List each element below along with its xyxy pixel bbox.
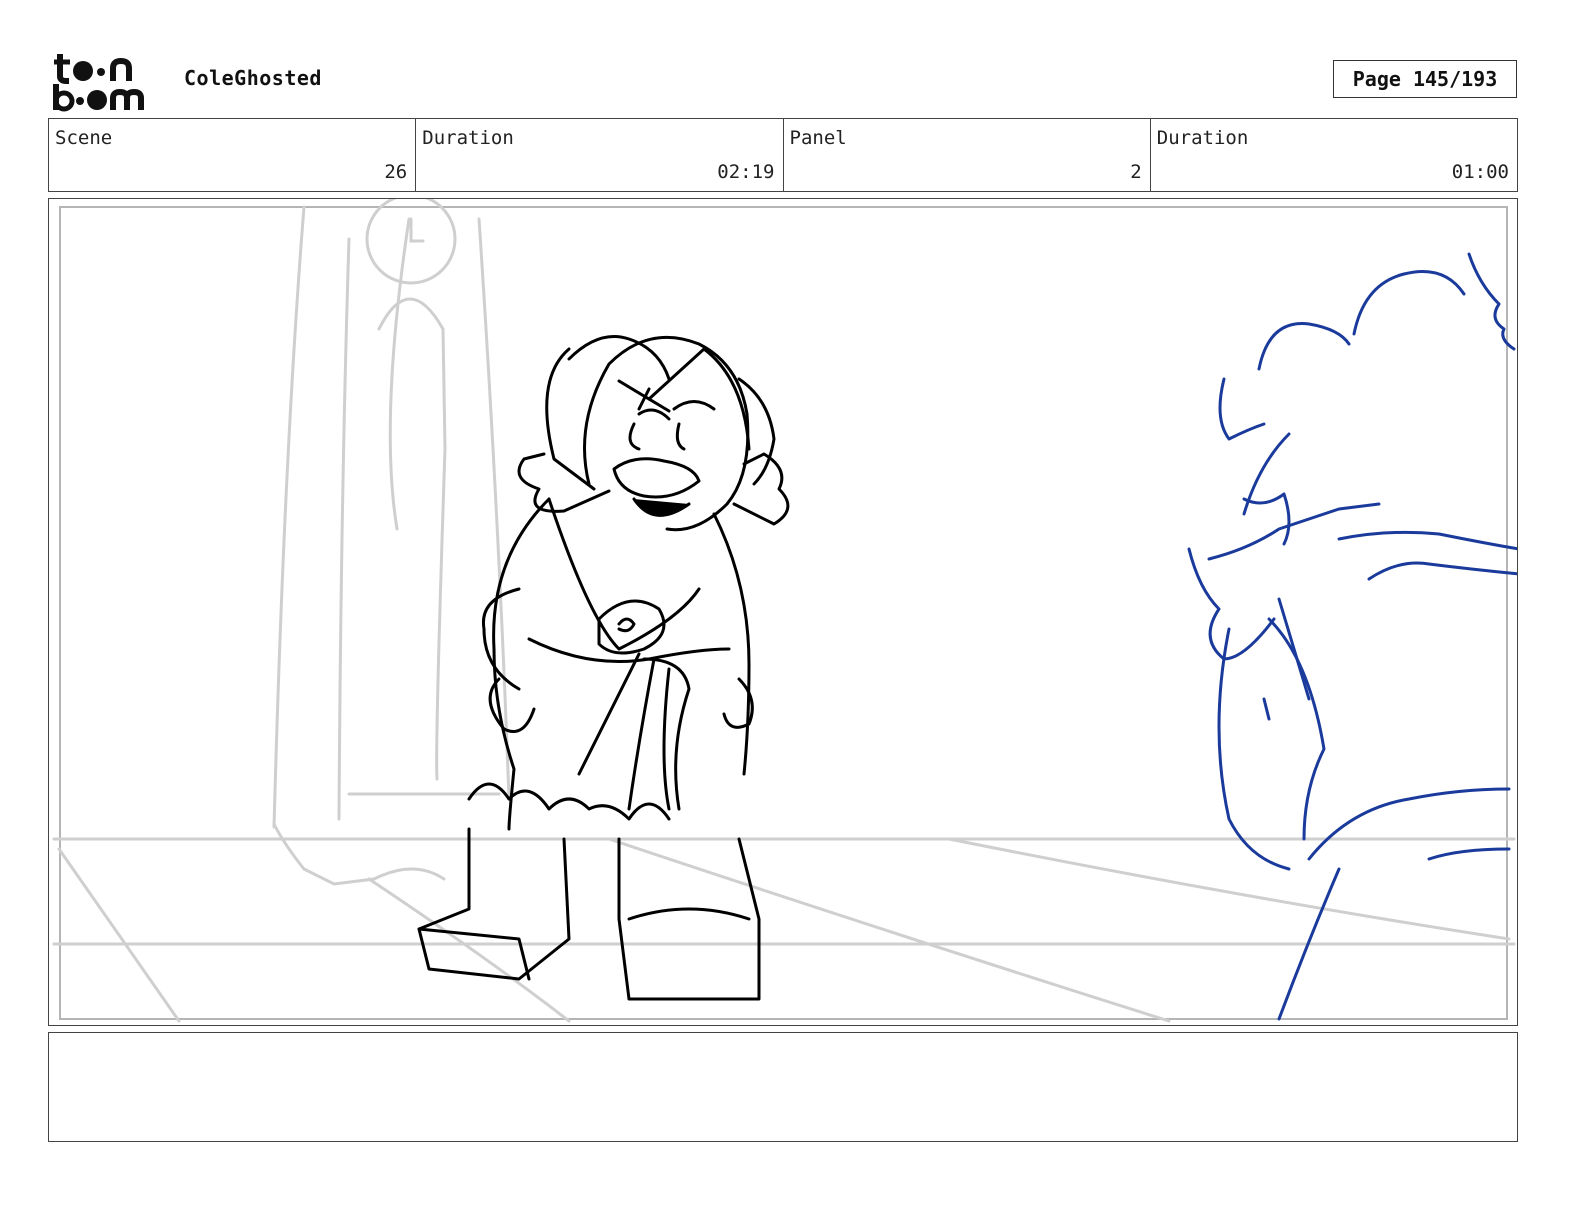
character-sketch (417, 335, 790, 1001)
project-title: ColeGhosted (184, 66, 322, 90)
storyboard-sketch (52, 199, 1517, 1023)
foreground-character-sketch (1187, 252, 1517, 1021)
panel-label: Panel (789, 127, 847, 149)
scene-duration-cell: Duration 02:19 (416, 119, 784, 191)
toon-boom-logo (50, 50, 166, 114)
scene-number: 26 (384, 161, 408, 183)
storyboard-panel-frame (48, 198, 1518, 1026)
scene-duration-label: Duration (422, 127, 514, 149)
page-indicator: Page 145/193 (1333, 60, 1517, 98)
panel-duration-value: 01:00 (1451, 161, 1509, 183)
panel-cell: Panel 2 (784, 119, 1151, 191)
scene-duration-value: 02:19 (717, 161, 775, 183)
background-layer (52, 199, 1516, 1023)
panel-number: 2 (1130, 161, 1142, 183)
panel-duration-label: Duration (1156, 127, 1249, 149)
scene-cell: Scene 26 (49, 119, 417, 191)
toon-boom-logo-icon (53, 54, 144, 112)
panel-duration-cell: Duration 01:00 (1151, 119, 1517, 191)
panel-notes-box (48, 1032, 1518, 1142)
panel-info-bar: Scene 26 Duration 02:19 Panel 2 Duration… (48, 118, 1518, 192)
scene-label: Scene (55, 127, 113, 149)
